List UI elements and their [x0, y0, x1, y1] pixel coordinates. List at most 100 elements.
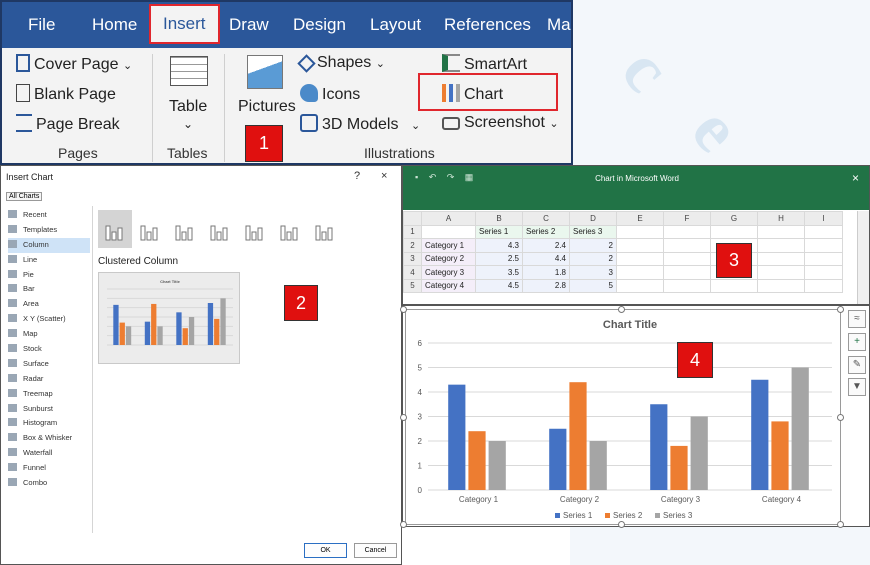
data-cell[interactable]: 2 [569, 238, 617, 253]
resize-handle[interactable] [837, 414, 844, 421]
data-cell[interactable]: 2 [569, 251, 617, 266]
chart-type-item[interactable]: Surface [8, 357, 90, 372]
chart-type-item[interactable]: Waterfall [8, 446, 90, 461]
empty-cell[interactable] [663, 278, 711, 293]
close-icon[interactable]: × [852, 171, 859, 185]
chart-type-item[interactable]: Area [8, 297, 90, 312]
chart-preview[interactable]: Chart Title [98, 272, 240, 364]
resize-handle[interactable] [618, 521, 625, 528]
resize-handle[interactable] [400, 414, 407, 421]
help-button[interactable]: ? [354, 170, 360, 182]
icons-button[interactable]: Icons [300, 84, 360, 104]
header-cell[interactable]: Series 1 [475, 224, 523, 239]
pictures-button[interactable]: Pictures [238, 98, 296, 116]
data-cell[interactable]: Category 4 [421, 278, 476, 293]
data-cell[interactable]: 4.3 [475, 238, 523, 253]
empty-cell[interactable] [757, 251, 805, 266]
chart-type-item[interactable]: Box & Whisker [8, 431, 90, 446]
chart-type-item[interactable]: Pie [8, 268, 90, 283]
3d-models-button[interactable]: 3D Models ⌄ [300, 114, 420, 134]
page-break-button[interactable]: Page Break [16, 114, 120, 134]
chart-type-item[interactable]: Combo [8, 476, 90, 491]
ok-button[interactable]: OK [304, 543, 347, 558]
tab-file[interactable]: File [28, 2, 55, 48]
row-header[interactable]: 4 [403, 265, 422, 280]
chart-subtype-option[interactable] [273, 210, 307, 248]
chart-subtype-option[interactable] [308, 210, 342, 248]
empty-cell[interactable] [757, 265, 805, 280]
chart-elements-icon[interactable]: + [848, 333, 866, 351]
resize-handle[interactable] [618, 306, 625, 313]
tab-references[interactable]: References [444, 2, 531, 48]
empty-cell[interactable] [804, 265, 843, 280]
column-header[interactable]: B [475, 211, 523, 226]
resize-handle[interactable] [837, 521, 844, 528]
empty-cell[interactable] [757, 224, 805, 239]
chart-type-item[interactable]: X Y (Scatter) [8, 312, 90, 327]
chart-subtype-option[interactable] [133, 210, 167, 248]
table-button[interactable]: Table [169, 98, 207, 116]
resize-handle[interactable] [400, 306, 407, 313]
chart-type-item[interactable]: Templates [8, 223, 90, 238]
column-header[interactable]: H [757, 211, 805, 226]
data-cell[interactable]: 2.4 [522, 238, 570, 253]
smartart-button[interactable]: SmartArt [442, 54, 527, 74]
row-header[interactable]: 1 [403, 224, 422, 239]
tab-design[interactable]: Design [293, 2, 346, 48]
chart-filters-icon[interactable]: ▼ [848, 378, 866, 396]
header-cell[interactable]: Series 3 [569, 224, 617, 239]
column-header[interactable]: F [663, 211, 711, 226]
tab-home[interactable]: Home [92, 2, 137, 48]
empty-cell[interactable] [804, 251, 843, 266]
empty-cell[interactable] [663, 224, 711, 239]
empty-cell[interactable] [663, 251, 711, 266]
empty-cell[interactable] [710, 278, 758, 293]
empty-cell[interactable] [804, 278, 843, 293]
corner-cell[interactable] [403, 211, 422, 226]
chart-subtype-option[interactable] [203, 210, 237, 248]
chart-styles-icon[interactable]: ✎ [848, 356, 866, 374]
row-header[interactable]: 2 [403, 238, 422, 253]
chart-type-item[interactable]: Funnel [8, 461, 90, 476]
data-cell[interactable]: 4.4 [522, 251, 570, 266]
empty-cell[interactable] [616, 278, 664, 293]
empty-cell[interactable] [663, 238, 711, 253]
screenshot-button[interactable]: Screenshot ⌄ [442, 114, 559, 132]
column-header[interactable]: A [421, 211, 476, 226]
vertical-scrollbar[interactable] [857, 211, 869, 304]
chart-type-item[interactable]: Sunburst [8, 402, 90, 417]
empty-cell[interactable] [616, 251, 664, 266]
chart-type-item[interactable]: Bar [8, 282, 90, 297]
chart-type-item[interactable]: Column [8, 237, 90, 253]
data-cell[interactable]: 5 [569, 278, 617, 293]
chart-type-item[interactable]: Stock [8, 342, 90, 357]
row-header[interactable]: 3 [403, 251, 422, 266]
chart-type-item[interactable]: Map [8, 327, 90, 342]
data-cell[interactable]: Category 1 [421, 238, 476, 253]
layout-options-icon[interactable]: ≈ [848, 310, 866, 328]
header-cell[interactable] [421, 224, 476, 239]
chart-object[interactable]: Chart Title 0 1 2 3 4 5 6 Category 1 Category 2 Ca… [405, 309, 841, 525]
tab-insert[interactable]: Insert [149, 4, 220, 44]
spreadsheet-grid[interactable]: A B C D E F G H I 1 Series 1 Series 2 Series 3 2 Categ… [403, 211, 843, 293]
data-cell[interactable]: 2.8 [522, 278, 570, 293]
empty-cell[interactable] [757, 238, 805, 253]
cover-page-button[interactable]: Cover Page ⌄ [16, 54, 132, 74]
empty-cell[interactable] [616, 265, 664, 280]
empty-cell[interactable] [616, 238, 664, 253]
close-button[interactable]: × [381, 170, 387, 182]
resize-handle[interactable] [400, 521, 407, 528]
chart-subtype-option[interactable] [98, 210, 132, 248]
column-header[interactable]: C [522, 211, 570, 226]
data-cell[interactable]: 3.5 [475, 265, 523, 280]
data-cell[interactable]: 4.5 [475, 278, 523, 293]
data-cell[interactable]: 3 [569, 265, 617, 280]
tab-layout[interactable]: Layout [370, 2, 421, 48]
column-header[interactable]: G [710, 211, 758, 226]
data-cell[interactable]: 1.8 [522, 265, 570, 280]
chart-subtype-option[interactable] [168, 210, 202, 248]
row-header[interactable]: 5 [403, 278, 422, 293]
blank-page-button[interactable]: Blank Page [16, 84, 116, 104]
empty-cell[interactable] [757, 278, 805, 293]
chart-type-item[interactable]: Treemap [8, 387, 90, 402]
